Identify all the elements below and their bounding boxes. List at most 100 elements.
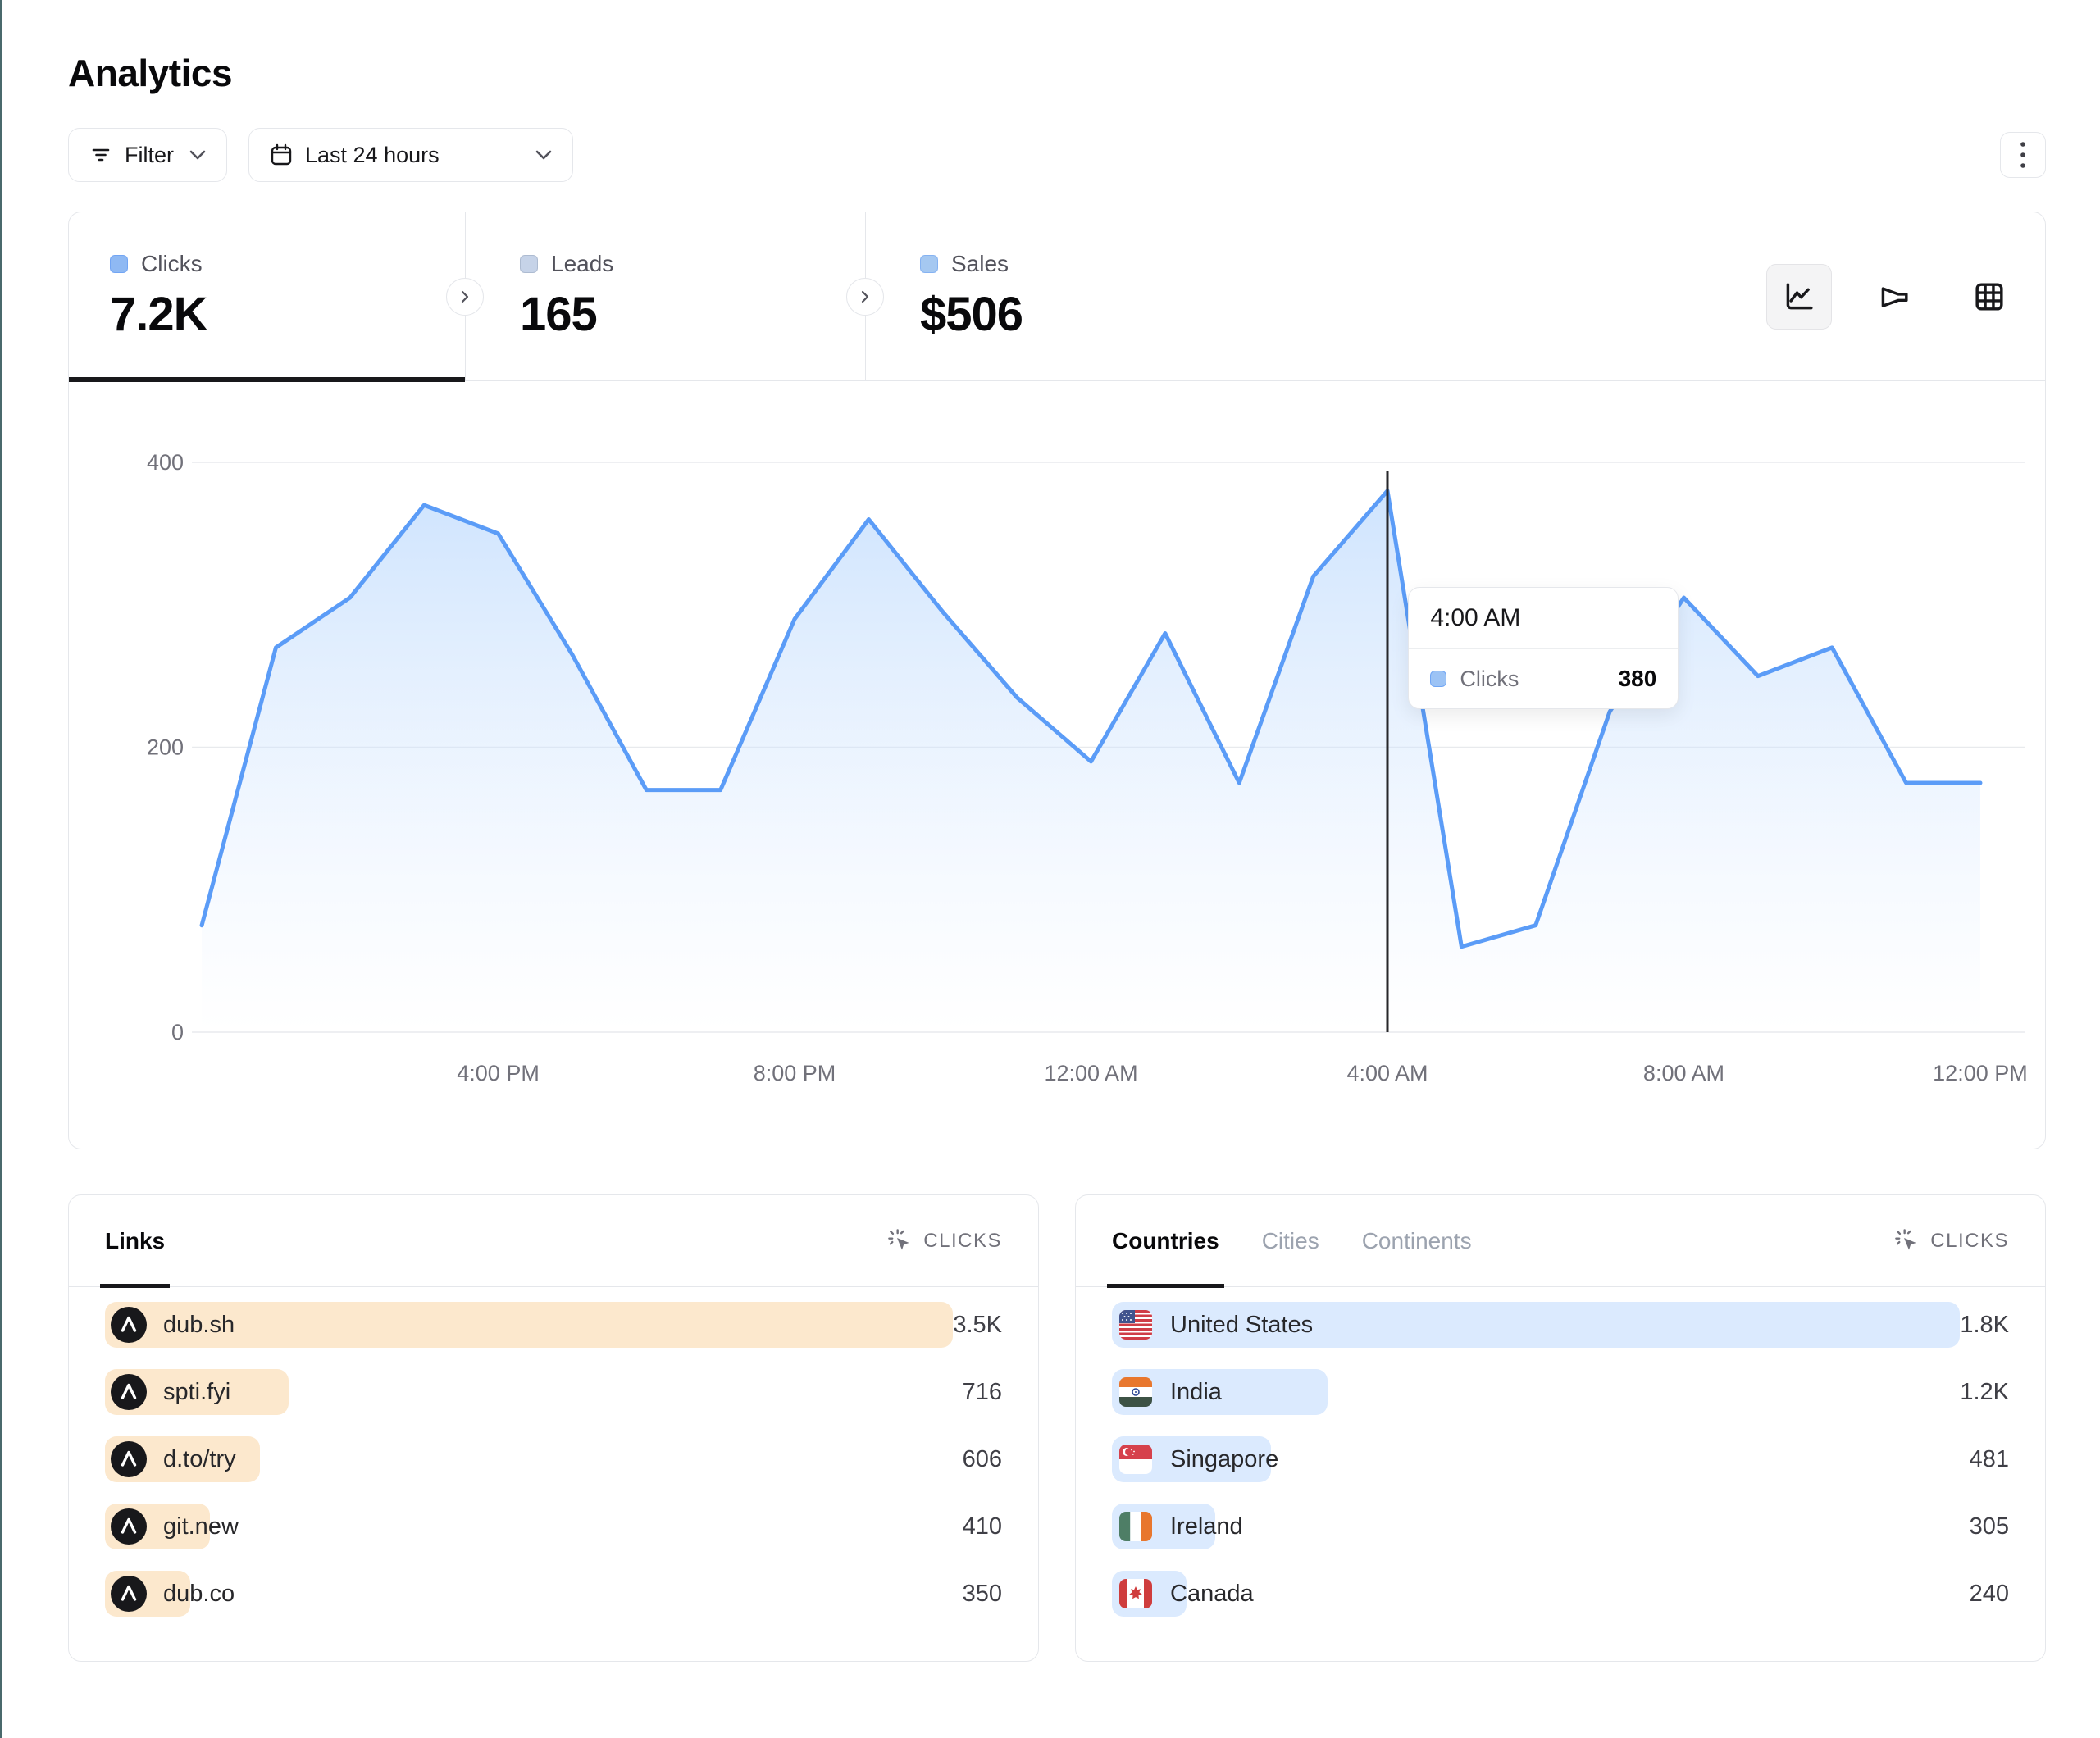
country-label: Singapore <box>1170 1446 1278 1473</box>
line-chart-icon <box>1782 280 1816 314</box>
country-label: India <box>1170 1379 1222 1406</box>
dub-logo-icon <box>111 1441 147 1477</box>
filter-button-label: Filter <box>125 143 174 168</box>
dub-logo-icon <box>111 1374 147 1410</box>
page-title: Analytics <box>68 51 2046 95</box>
link-clicks-value: 410 <box>963 1513 1002 1540</box>
svg-text:4:00 PM: 4:00 PM <box>457 1061 540 1085</box>
country-clicks-value: 1.2K <box>1960 1379 2009 1406</box>
singapore-flag-icon <box>1118 1441 1154 1477</box>
svg-text:0: 0 <box>171 1020 184 1044</box>
tab-countries[interactable]: Countries <box>1112 1195 1219 1286</box>
tab-countries-label: Countries <box>1112 1228 1219 1254</box>
country-row[interactable]: Ireland 305 <box>1112 1504 2009 1549</box>
chevron-right-icon <box>859 290 872 303</box>
link-row[interactable]: dub.sh 3.5K <box>105 1302 1002 1348</box>
cursor-click-icon <box>887 1228 913 1254</box>
funnel-chart-icon <box>1877 280 1911 314</box>
expand-clicks-button[interactable] <box>446 278 484 316</box>
metric-label: Leads <box>551 251 613 277</box>
metric-label: Sales <box>951 251 1009 277</box>
tab-links[interactable]: Links <box>105 1195 165 1286</box>
country-row[interactable]: Canada 240 <box>1112 1571 2009 1617</box>
toolbar: Filter Last 24 hours <box>68 128 2046 182</box>
date-range-label: Last 24 hours <box>305 143 440 168</box>
funnel-view-button[interactable] <box>1861 264 1927 330</box>
tab-sales[interactable]: Sales $506 <box>865 212 1264 380</box>
country-row[interactable]: India 1.2K <box>1112 1369 2009 1415</box>
clicks-legend-square <box>110 255 128 273</box>
svg-text:8:00 AM: 8:00 AM <box>1643 1061 1724 1085</box>
window-edge-strip <box>0 0 2 1738</box>
sales-value: $506 <box>920 287 1264 342</box>
tab-cities-label: Cities <box>1262 1228 1319 1254</box>
svg-text:200: 200 <box>147 735 184 760</box>
link-row[interactable]: spti.fyi 716 <box>105 1369 1002 1415</box>
filter-button[interactable]: Filter <box>68 128 227 182</box>
link-label: dub.sh <box>163 1312 235 1339</box>
link-label: git.new <box>163 1513 239 1540</box>
link-row[interactable]: dub.co 350 <box>105 1571 1002 1617</box>
svg-text:12:00 PM: 12:00 PM <box>1933 1061 2028 1085</box>
cursor-click-icon <box>1894 1228 1920 1254</box>
kebab-menu-icon <box>2019 139 2027 171</box>
canada-flag-icon <box>1118 1576 1154 1612</box>
more-options-button[interactable] <box>2000 132 2046 178</box>
india-flag-icon <box>1118 1374 1154 1410</box>
country-clicks-value: 1.8K <box>1960 1312 2009 1339</box>
leads-legend-square <box>520 255 538 273</box>
links-panel: Links CLICKS dub.sh 3.5K <box>68 1194 1039 1662</box>
chart-tooltip: 4:00 AM Clicks 380 <box>1408 587 1679 709</box>
tab-links-label: Links <box>105 1228 165 1254</box>
link-row[interactable]: git.new 410 <box>105 1504 1002 1549</box>
tab-clicks[interactable]: Clicks 7.2K <box>69 212 465 380</box>
metric-label: Clicks <box>141 251 203 277</box>
svg-text:12:00 AM: 12:00 AM <box>1044 1061 1137 1085</box>
links-metric-label: CLICKS <box>923 1230 1002 1253</box>
link-clicks-value: 716 <box>963 1379 1002 1406</box>
link-label: dub.co <box>163 1581 235 1608</box>
date-range-button[interactable]: Last 24 hours <box>248 128 573 182</box>
tab-continents-label: Continents <box>1362 1228 1472 1254</box>
country-row[interactable]: Singapore 481 <box>1112 1436 2009 1482</box>
clicks-chart[interactable]: 40020004:00 PM8:00 PM12:00 AM4:00 AM8:00… <box>69 381 2045 1149</box>
countries-panel: Countries Cities Continents CLICKS <box>1075 1194 2046 1662</box>
country-row[interactable]: United States 1.8K <box>1112 1302 2009 1348</box>
line-chart-view-button[interactable] <box>1766 264 1832 330</box>
dub-logo-icon <box>111 1508 147 1545</box>
tooltip-time: 4:00 AM <box>1409 588 1678 649</box>
expand-leads-button[interactable] <box>846 278 884 316</box>
link-row[interactable]: d.to/try 606 <box>105 1436 1002 1482</box>
calendar-icon <box>269 143 294 167</box>
chevron-down-icon <box>189 149 207 161</box>
svg-text:4:00 AM: 4:00 AM <box>1346 1061 1428 1085</box>
clicks-value: 7.2K <box>110 287 465 342</box>
analytics-card: Clicks 7.2K Leads 165 Sales $506 <box>68 212 2046 1149</box>
countries-metric-selector[interactable]: CLICKS <box>1894 1228 2009 1254</box>
link-label: spti.fyi <box>163 1379 230 1406</box>
leads-value: 165 <box>520 287 865 342</box>
tooltip-value: 380 <box>1619 666 1657 692</box>
links-metric-selector[interactable]: CLICKS <box>887 1228 1002 1254</box>
tab-cities[interactable]: Cities <box>1262 1195 1319 1286</box>
clicks-legend-square <box>1430 671 1446 687</box>
tab-leads[interactable]: Leads 165 <box>465 212 865 380</box>
chevron-right-icon <box>458 290 471 303</box>
sales-legend-square <box>920 255 938 273</box>
metric-tabs: Clicks 7.2K Leads 165 Sales $506 <box>69 212 2045 381</box>
tab-continents[interactable]: Continents <box>1362 1195 1472 1286</box>
ireland-flag-icon <box>1118 1508 1154 1545</box>
svg-text:8:00 PM: 8:00 PM <box>754 1061 836 1085</box>
analytics-page: Analytics Filter Last 24 hours <box>68 0 2046 1662</box>
dub-logo-icon <box>111 1307 147 1343</box>
tooltip-series-label: Clicks <box>1460 667 1519 692</box>
us-flag-icon <box>1118 1307 1154 1343</box>
country-label: Canada <box>1170 1581 1254 1608</box>
link-label: d.to/try <box>163 1446 236 1473</box>
link-clicks-value: 350 <box>963 1581 1002 1608</box>
grid-table-icon <box>1972 280 2007 314</box>
link-clicks-value: 606 <box>963 1446 1002 1473</box>
country-label: Ireland <box>1170 1513 1243 1540</box>
countries-list: United States 1.8K India 1.2K <box>1076 1287 2045 1617</box>
table-view-button[interactable] <box>1957 264 2022 330</box>
